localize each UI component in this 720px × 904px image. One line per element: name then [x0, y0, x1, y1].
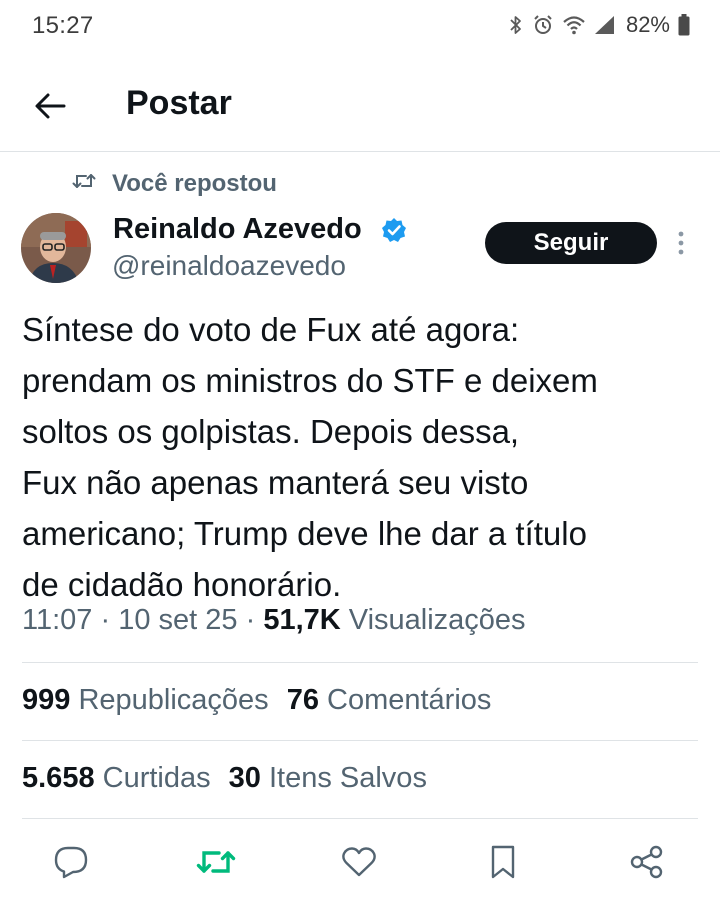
- header-divider: [0, 151, 720, 152]
- reply-icon[interactable]: [51, 842, 91, 882]
- meta-separator: ·: [100, 604, 119, 636]
- tweet-line: Síntese do voto de Fux até agora:: [22, 311, 520, 348]
- divider: [22, 818, 698, 819]
- alarm-icon: [532, 14, 554, 36]
- tweet-line: soltos os golpistas. Depois dessa,: [22, 413, 520, 450]
- author-name[interactable]: Reinaldo Azevedo: [113, 213, 362, 246]
- reposts-count: 999: [22, 684, 71, 716]
- stats-row-2: 5.658 Curtidas 30 Itens Salvos: [22, 762, 427, 795]
- repost-icon[interactable]: [196, 842, 236, 882]
- more-options-icon[interactable]: [677, 231, 685, 262]
- tweet-line: Fux não apenas manterá seu visto: [22, 464, 529, 501]
- repost-indicator-icon: [72, 171, 96, 196]
- battery-percent: 82%: [625, 12, 670, 37]
- wifi-icon: [562, 15, 586, 35]
- page-title: Postar: [126, 84, 232, 122]
- divider: [22, 662, 698, 663]
- status-time: 15:27: [32, 12, 94, 39]
- reposts-stat[interactable]: 999 Republicações: [22, 684, 269, 716]
- battery-icon: [678, 14, 690, 36]
- tweet-line: prendam os ministros do STF e deixem: [22, 362, 598, 399]
- back-arrow-icon[interactable]: [30, 86, 70, 126]
- saves-label: Itens Salvos: [268, 762, 427, 794]
- comments-label: Comentários: [327, 684, 492, 716]
- avatar[interactable]: [21, 213, 91, 283]
- comments-stat[interactable]: 76 Comentários: [287, 684, 492, 716]
- views-count: 51,7K: [263, 604, 341, 636]
- tweet-text: Síntese do voto de Fux até agora: prenda…: [22, 304, 702, 610]
- tweet-line: de cidadão honorário.: [22, 566, 342, 603]
- likes-count: 5.658: [22, 762, 95, 794]
- author-handle[interactable]: @reinaldoazevedo: [112, 250, 346, 282]
- verified-badge-icon: [381, 217, 407, 248]
- stats-row-1: 999 Republicações 76 Comentários: [22, 684, 491, 717]
- saves-stat[interactable]: 30 Itens Salvos: [229, 762, 427, 794]
- like-icon[interactable]: [339, 842, 379, 882]
- tweet-line: americano; Trump deve lhe dar a título: [22, 515, 587, 552]
- divider: [22, 740, 698, 741]
- tweet-meta: 11:07 · 10 set 25 · 51,7K Visualizações: [22, 604, 526, 637]
- comments-count: 76: [286, 684, 319, 716]
- signal-icon: [594, 15, 616, 35]
- repost-notice[interactable]: Você repostou: [112, 170, 277, 198]
- meta-separator: ·: [245, 604, 264, 636]
- tweet-time[interactable]: 11:07: [22, 604, 92, 636]
- share-icon[interactable]: [627, 842, 667, 882]
- views-label: Visualizações: [348, 604, 526, 636]
- tweet-date[interactable]: 10 set 25: [118, 604, 237, 636]
- likes-label: Curtidas: [102, 762, 211, 794]
- saves-count: 30: [228, 762, 261, 794]
- bluetooth-icon: [508, 14, 524, 36]
- likes-stat[interactable]: 5.658 Curtidas: [22, 762, 211, 794]
- status-icons: 82%: [508, 12, 690, 38]
- bookmark-icon[interactable]: [483, 842, 523, 882]
- follow-button[interactable]: Seguir: [485, 222, 657, 264]
- reposts-label: Republicações: [78, 684, 269, 716]
